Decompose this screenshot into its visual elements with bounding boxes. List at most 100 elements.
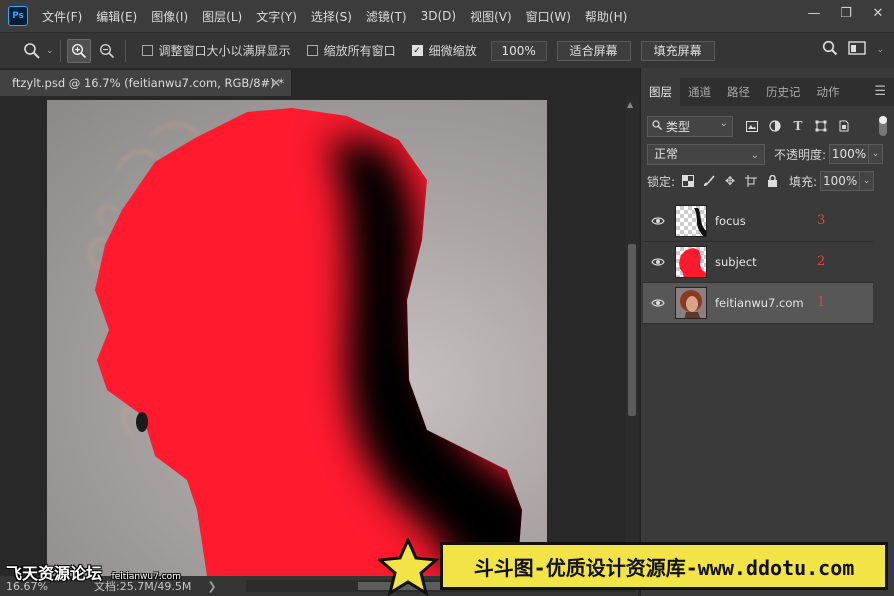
fill-chevron-icon[interactable]: ⌄ (860, 171, 875, 191)
panel-menu-icon[interactable]: ☰ (874, 84, 886, 99)
fill-field[interactable]: 100% (820, 171, 861, 191)
document-canvas[interactable] (47, 100, 547, 576)
lock-all-icon[interactable] (765, 174, 779, 188)
lock-label: 锁定: (647, 174, 676, 189)
layer-annotation-number: 3 (817, 213, 826, 228)
menu-edit[interactable]: 编辑(E) (96, 8, 137, 25)
opacity-chevron-icon[interactable]: ⌄ (869, 144, 884, 164)
layer-name: subject (715, 255, 757, 269)
smart-object-filter-icon[interactable] (837, 119, 851, 133)
menu-3d[interactable]: 3D(D) (421, 9, 456, 23)
layer-thumbnail (675, 287, 707, 319)
adjustment-filter-icon[interactable] (768, 119, 782, 133)
fit-screen-button[interactable]: 适合屏幕 (556, 40, 631, 61)
menu-view[interactable]: 视图(V) (470, 8, 512, 25)
layer-annotation-number: 1 (817, 295, 826, 310)
zoom-percent-field[interactable]: 100% (490, 40, 547, 61)
tab-layers[interactable]: 图层 (641, 78, 680, 106)
layer-thumbnail (675, 205, 707, 237)
layers-list: focus 3 subject 2 feitianwu7.com 1 (643, 201, 873, 324)
lock-icons: ✥ (681, 174, 779, 188)
watermark-right: 斗斗图-优质设计资源库-www.ddotu.com (378, 538, 894, 596)
watermark-banner: 斗斗图-优质设计资源库-www.ddotu.com (440, 542, 888, 590)
zoom-out-icon[interactable] (95, 39, 119, 63)
close-window-button[interactable]: ✕ (862, 0, 894, 26)
resize-windows-checkbox[interactable]: 调整窗口大小以满屏显示 (141, 42, 291, 59)
chevron-down-icon: ⌄ (719, 117, 728, 129)
watermark-left: 飞天资源论坛 feitianwu7.com (6, 560, 181, 584)
blend-mode-select[interactable]: 正常 ⌄ (647, 143, 765, 165)
filter-toggle[interactable] (879, 116, 887, 136)
menu-window[interactable]: 窗口(W) (526, 8, 571, 25)
zoom-all-windows-checkbox[interactable]: 缩放所有窗口 (306, 42, 396, 59)
status-menu-arrow-icon[interactable]: ❯ (207, 580, 216, 593)
visibility-eye-icon[interactable] (643, 257, 673, 267)
zoom-all-label: 缩放所有窗口 (323, 44, 396, 58)
separator (124, 39, 126, 62)
filter-kind-select[interactable]: 类型 ⌄ (647, 115, 733, 137)
panel-right-strip (875, 201, 894, 596)
layer-row-subject[interactable]: subject 2 (643, 242, 873, 283)
workspace-chevron-icon[interactable]: ⌄ (876, 45, 884, 55)
star-icon (378, 538, 440, 596)
vertical-scrollbar[interactable]: ▲ (625, 96, 639, 576)
visibility-eye-icon[interactable] (643, 216, 673, 226)
lock-pixels-brush-icon[interactable] (702, 174, 716, 188)
panel-tabs: 图层 通道 路径 历史记 动作 (641, 78, 894, 106)
layer-row-background-photo[interactable]: feitianwu7.com 1 (643, 283, 873, 324)
lock-position-move-icon[interactable]: ✥ (723, 174, 737, 188)
scroll-up-icon[interactable]: ▲ (627, 100, 633, 109)
menu-file[interactable]: 文件(F) (42, 8, 82, 25)
menu-filter[interactable]: 滤镜(T) (366, 8, 407, 25)
chevron-down-icon: ⌄ (750, 149, 759, 161)
tool-preset-chevron-icon[interactable]: ⌄ (46, 46, 54, 56)
fill-label: 填充: (789, 174, 818, 189)
zoom-in-icon[interactable] (66, 38, 91, 63)
tab-actions[interactable]: 动作 (809, 78, 848, 106)
tab-paths[interactable]: 路径 (719, 78, 758, 106)
filter-kind-value: 类型 (666, 119, 691, 134)
zoom-tool-icon[interactable] (20, 39, 44, 63)
tab-channels[interactable]: 通道 (680, 78, 719, 106)
scrollbar-thumb[interactable] (628, 244, 636, 416)
layer-row-focus[interactable]: focus 3 (643, 201, 873, 242)
blend-row: 正常 ⌄ 不透明度: 100% ⌄ (647, 143, 887, 165)
checkbox-box-checked[interactable]: ✓ (411, 45, 423, 56)
search-icon[interactable] (822, 40, 838, 59)
menu-image[interactable]: 图像(I) (151, 8, 188, 25)
workspace-icon[interactable] (848, 41, 867, 58)
type-layer-filter-icon[interactable]: T (791, 119, 805, 133)
minimize-button[interactable]: — (798, 0, 830, 26)
restore-button[interactable]: ❐ (830, 0, 862, 26)
close-tab-icon[interactable]: ✕ (271, 76, 281, 90)
visibility-eye-icon[interactable] (643, 298, 673, 308)
pixel-layer-filter-icon[interactable] (745, 119, 759, 133)
fill-screen-button[interactable]: 填充屏幕 (640, 40, 715, 61)
menu-select[interactable]: 选择(S) (311, 8, 352, 25)
resize-windows-label: 调整窗口大小以满屏显示 (158, 44, 291, 58)
menu-help[interactable]: 帮助(H) (585, 8, 627, 25)
shape-filter-icon[interactable] (814, 119, 828, 133)
document-tab[interactable]: ftzylt.psd @ 16.7% (feitianwu7.com, RGB/… (0, 70, 292, 96)
checkbox-box[interactable] (141, 45, 153, 56)
layer-name: feitianwu7.com (715, 296, 804, 310)
document-tab-bar: ftzylt.psd @ 16.7% (feitianwu7.com, RGB/… (0, 68, 638, 96)
lock-transparency-icon[interactable] (681, 174, 695, 188)
layer-filter-row: 类型 ⌄ T (647, 114, 887, 138)
layer-name: focus (715, 214, 746, 228)
dark-detail (136, 412, 148, 432)
filter-icons: T (745, 119, 851, 133)
checkbox-box[interactable] (306, 45, 318, 56)
lock-artboard-icon[interactable] (744, 174, 758, 188)
canvas-area[interactable] (0, 96, 625, 576)
filter-search-icon (652, 119, 662, 133)
tab-history[interactable]: 历史记 (758, 78, 809, 106)
subject-mask-image (89, 108, 522, 576)
scrubby-zoom-checkbox[interactable]: ✓ 细微缩放 (411, 42, 477, 59)
menu-bar: Ps 文件(F) 编辑(E) 图像(I) 图层(L) 文字(Y) 选择(S) 滤… (0, 0, 894, 32)
opacity-field[interactable]: 100% (829, 144, 870, 164)
menu-layer[interactable]: 图层(L) (202, 8, 242, 25)
separator (59, 39, 61, 62)
watermark-left-text: 飞天资源论坛 (6, 564, 103, 583)
menu-type[interactable]: 文字(Y) (256, 8, 297, 25)
